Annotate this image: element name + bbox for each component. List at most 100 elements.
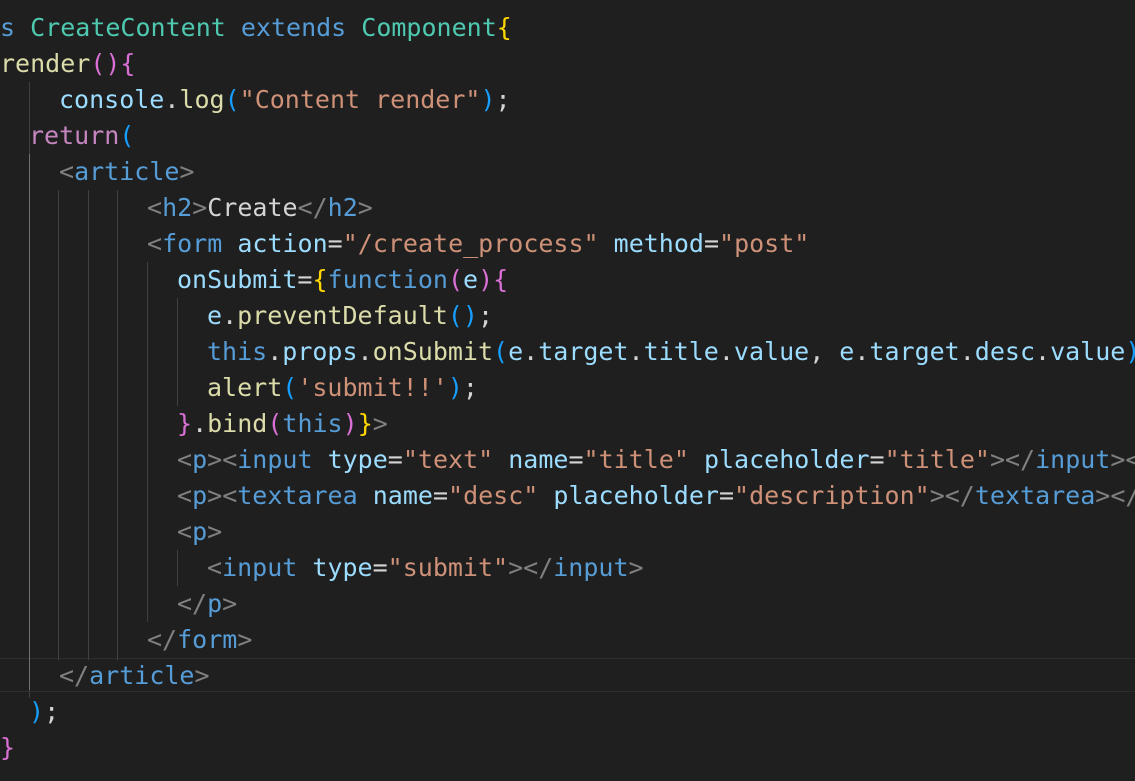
variable: e xyxy=(508,337,524,366)
tag-bracket: </ xyxy=(59,661,90,690)
tag-name: textarea xyxy=(237,481,358,510)
attribute-name: name xyxy=(372,481,433,510)
code-line[interactable]: </p> xyxy=(177,586,237,622)
tag-bracket: > xyxy=(222,589,238,618)
attribute-name: onSubmit xyxy=(177,265,298,294)
property: desc xyxy=(974,337,1036,366)
punctuation: . xyxy=(718,337,734,366)
tag-name: h2 xyxy=(327,193,358,222)
indent-guide xyxy=(88,190,89,660)
punctuation: . xyxy=(854,337,870,366)
bracket: } xyxy=(357,409,373,438)
tag-bracket: </ xyxy=(147,625,178,654)
bracket: ) xyxy=(1125,337,1135,366)
parameter: e xyxy=(463,265,479,294)
indent-guide xyxy=(177,298,178,406)
code-line[interactable]: this.props.onSubmit(e.target.title.value… xyxy=(207,334,1135,370)
variable: e xyxy=(839,337,855,366)
code-line[interactable]: return( xyxy=(29,118,134,154)
bracket: () xyxy=(90,49,121,78)
code-line[interactable]: s CreateContent extends Component{ xyxy=(0,10,512,46)
punctuation: . xyxy=(164,85,180,114)
code-line[interactable]: onSubmit={function(e){ xyxy=(177,262,508,298)
class-name: CreateContent xyxy=(30,13,226,42)
code-line[interactable]: <h2>Create</h2> xyxy=(147,190,373,226)
code-line[interactable]: <article> xyxy=(59,154,194,190)
attribute-name: placeholder xyxy=(703,445,870,474)
bracket: () xyxy=(447,301,478,330)
keyword: this xyxy=(282,409,343,438)
tag-bracket: > xyxy=(628,553,644,582)
attribute-name: type xyxy=(312,553,373,582)
tag-bracket: ></ xyxy=(1110,445,1135,474)
indent-guide xyxy=(117,190,118,660)
tag-name: p xyxy=(192,445,208,474)
tag-name: textarea xyxy=(974,481,1096,510)
string: "submit" xyxy=(387,553,509,582)
function-name: log xyxy=(179,85,225,114)
operator: = xyxy=(703,229,720,258)
tag-name: p xyxy=(192,517,208,546)
code-editor[interactable]: s CreateContent extends Component{ rende… xyxy=(0,0,1135,781)
code-line[interactable]: </article> xyxy=(59,658,210,694)
code-line[interactable]: <form action="/create_process" method="p… xyxy=(147,226,809,262)
operator: = xyxy=(297,265,313,294)
bracket: { xyxy=(312,265,328,294)
code-line[interactable]: } xyxy=(0,730,15,766)
function-name: onSubmit xyxy=(372,337,494,366)
indent-guide xyxy=(58,190,59,660)
string: "post" xyxy=(719,229,810,258)
tag-name: form xyxy=(177,625,238,654)
bracket: { xyxy=(493,265,509,294)
tag-name: input xyxy=(1035,445,1111,474)
tag-bracket: ></ xyxy=(929,481,975,510)
indent-guide-active xyxy=(29,154,30,690)
function-name: preventDefault xyxy=(237,301,448,330)
code-line[interactable]: <p> xyxy=(177,514,222,550)
bracket: ) xyxy=(29,697,45,726)
keyword: s xyxy=(0,13,16,42)
code-line[interactable]: <p><textarea name="desc" placeholder="de… xyxy=(177,478,1135,514)
code-line[interactable]: console.log("Content render"); xyxy=(59,82,511,118)
code-line[interactable]: </form> xyxy=(147,622,252,658)
operator: = xyxy=(718,481,735,510)
attribute-name: action xyxy=(237,229,328,258)
property: value xyxy=(1050,337,1126,366)
tag-bracket: </ xyxy=(177,589,208,618)
bracket: ( xyxy=(447,265,464,294)
code-line[interactable]: e.preventDefault(); xyxy=(207,298,493,334)
code-line[interactable]: render(){ xyxy=(0,46,135,82)
code-line[interactable]: ); xyxy=(29,694,59,730)
string: "text" xyxy=(402,445,494,474)
tag-bracket: < xyxy=(207,553,223,582)
operator: = xyxy=(327,229,343,258)
bracket: } xyxy=(0,733,16,762)
punctuation: . xyxy=(959,337,975,366)
tag-bracket: < xyxy=(177,481,193,510)
tag-bracket: ></ xyxy=(1095,481,1135,510)
bracket: ( xyxy=(267,409,283,438)
punctuation: . xyxy=(222,301,238,330)
tag-name: p xyxy=(207,589,223,618)
tag-bracket: < xyxy=(147,193,163,222)
indent-guide xyxy=(147,262,148,622)
punctuation: . xyxy=(1035,337,1051,366)
attribute-name: method xyxy=(613,229,704,258)
operator: = xyxy=(372,553,388,582)
function-name: render xyxy=(0,49,91,78)
bracket: { xyxy=(496,13,512,42)
operator: = xyxy=(387,445,403,474)
bracket: ( xyxy=(493,337,509,366)
string: 'submit!!' xyxy=(297,373,448,402)
code-line[interactable]: <input type="submit"></input> xyxy=(207,550,644,586)
tag-name: article xyxy=(89,661,195,690)
keyword: this xyxy=(207,337,268,366)
punctuation: ; xyxy=(462,373,478,402)
code-line[interactable]: }.bind(this)}> xyxy=(177,406,388,442)
punctuation: ; xyxy=(495,85,511,114)
property: target xyxy=(869,337,960,366)
code-line[interactable]: alert('submit!!'); xyxy=(207,370,478,406)
code-line[interactable]: <p><input type="text" name="title" place… xyxy=(177,442,1135,478)
variable: console xyxy=(59,85,165,114)
tag-bracket: ></ xyxy=(989,445,1036,474)
